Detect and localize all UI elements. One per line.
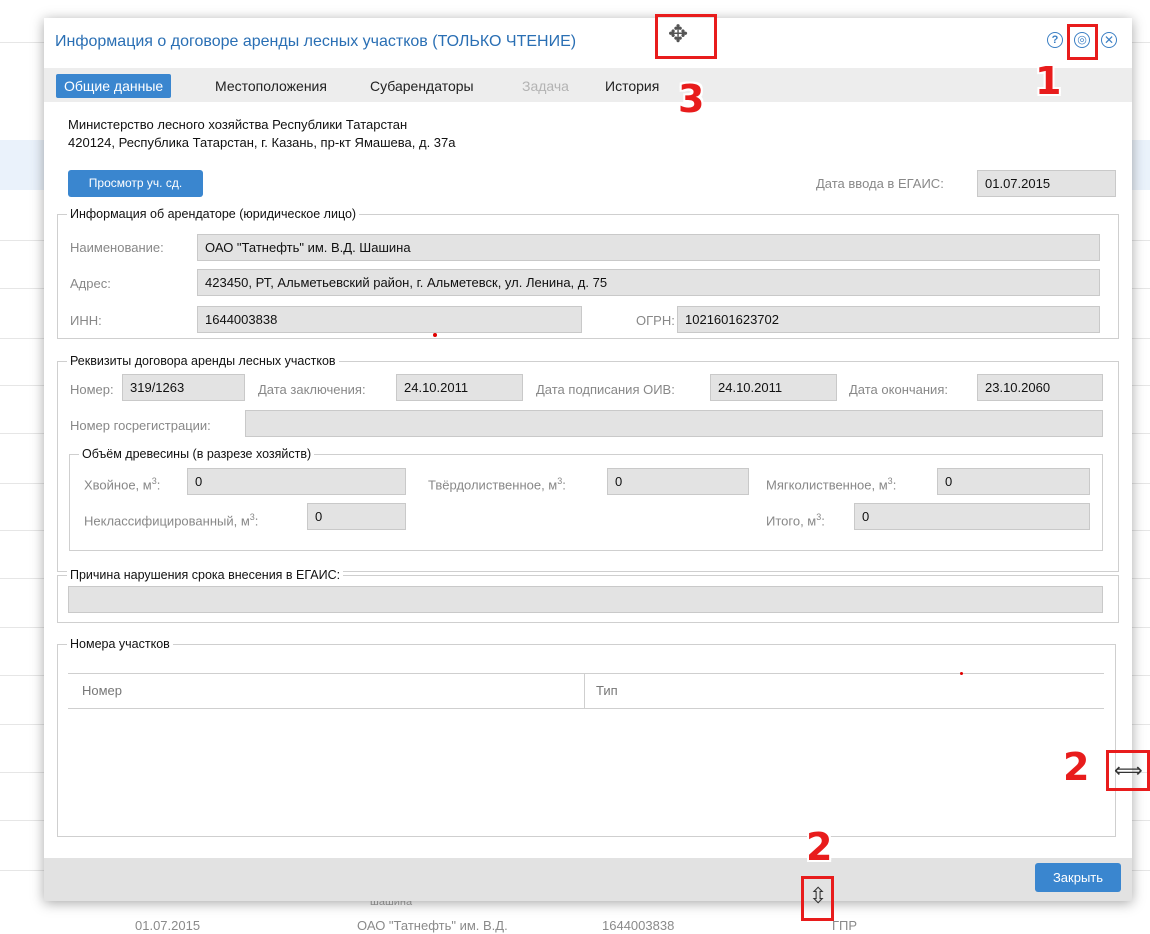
column-header-number[interactable]: Номер [82,674,122,708]
hardwood-field: 0 [607,468,749,495]
unclassified-field: 0 [307,503,406,530]
bg-row-type: ГПР [832,918,858,933]
vertical-resize-icon[interactable]: ⇳ [809,884,827,909]
tab-task: Задача [522,78,569,94]
registration-number-field [245,410,1103,437]
tab-bar: Общие данные Местоположения Субарендатор… [44,68,1132,102]
concluded-date-label: Дата заключения: [258,382,366,397]
column-header-type[interactable]: Тип [596,674,618,708]
tab-subtenants[interactable]: Субарендаторы [370,74,474,98]
signed-date-label: Дата подписания ОИВ: [536,382,675,397]
tenant-inn-field: 1644003838 [197,306,582,333]
tenant-ogrn-label: ОГРН: [636,313,675,328]
move-icon[interactable]: ✥ [668,20,688,48]
dialog-footer: Закрыть [44,858,1132,901]
tab-general[interactable]: Общие данные [56,74,172,98]
column-separator [584,674,585,708]
annotation-number-2: 2 [1063,745,1090,789]
tab-history[interactable]: История [605,74,659,98]
annotation-number-1: 1 [1035,59,1062,103]
plots-table-header: Номер Тип [68,673,1104,709]
contract-number-label: Номер: [70,382,114,397]
hardwood-label: Твёрдолиственное, м3: [428,476,566,493]
tenant-legend: Информация об арендаторе (юридическое ли… [67,207,360,221]
plots-legend: Номера участков [67,637,173,651]
help-icon[interactable]: ? [1047,32,1063,48]
egais-date-label: Дата ввода в ЕГАИС: [816,176,944,191]
softwood-label: Мягколиственное, м3: [766,476,897,493]
tab-locations[interactable]: Местоположения [215,74,327,98]
softwood-field: 0 [937,468,1090,495]
registration-number-label: Номер госрегистрации: [70,418,211,433]
conifer-label: Хвойное, м3: [84,476,161,493]
dialog-titlebar[interactable]: Информация о договоре аренды лесных учас… [44,18,1132,68]
wood-volume-legend: Объём древесины (в разрезе хозяйств) [79,447,315,461]
contract-legend: Реквизиты договора аренды лесных участко… [67,354,339,368]
close-icon[interactable]: ✕ [1101,32,1117,48]
end-date-label: Дата окончания: [849,382,948,397]
total-label: Итого, м3: [766,512,825,529]
view-plots-button[interactable]: Просмотр уч. сд. [68,170,203,197]
contract-number-field: 319/1263 [122,374,245,401]
egais-date-field: 01.07.2015 [977,170,1116,197]
tenant-inn-label: ИНН: [70,313,102,328]
organization-address: 420124, Республика Татарстан, г. Казань,… [68,135,456,150]
concluded-date-field: 24.10.2011 [396,374,523,401]
unclassified-label: Неклассифицированный, м3: [84,512,259,529]
horizontal-resize-icon[interactable]: ⟺ [1114,758,1143,782]
conifer-field: 0 [187,468,406,495]
organization-name: Министерство лесного хозяйства Республик… [68,117,408,132]
lease-info-dialog: Информация о договоре аренды лесных учас… [44,18,1132,901]
bg-row-inn: 1644003838 [602,918,675,933]
end-date-field: 23.10.2060 [977,374,1103,401]
bg-row-date: 01.07.2015 [135,918,201,933]
tenant-name-label: Наименование: [70,240,164,255]
close-button[interactable]: Закрыть [1035,863,1121,892]
annotation-number-3: 3 [678,77,705,121]
dialog-title: Информация о договоре аренды лесных учас… [55,33,577,50]
red-marker-dot [960,672,963,675]
signed-date-field: 24.10.2011 [710,374,837,401]
red-marker-dot [433,333,437,337]
bg-row-org: ОАО "Татнефть" им. В.Д. [357,918,508,933]
tenant-ogrn-field: 1021601623702 [677,306,1100,333]
total-field: 0 [854,503,1090,530]
annotation-number-2: 2 [806,825,833,869]
violation-legend: Причина нарушения срока внесения в ЕГАИС… [67,568,344,582]
tenant-address-field: 423450, РТ, Альметьевский район, г. Альм… [197,269,1100,296]
tenant-address-label: Адрес: [70,276,111,291]
tenant-name-field: ОАО "Татнефть" им. В.Д. Шашина [197,234,1100,261]
violation-field [68,586,1103,613]
annotation-box-pin [1067,24,1098,60]
